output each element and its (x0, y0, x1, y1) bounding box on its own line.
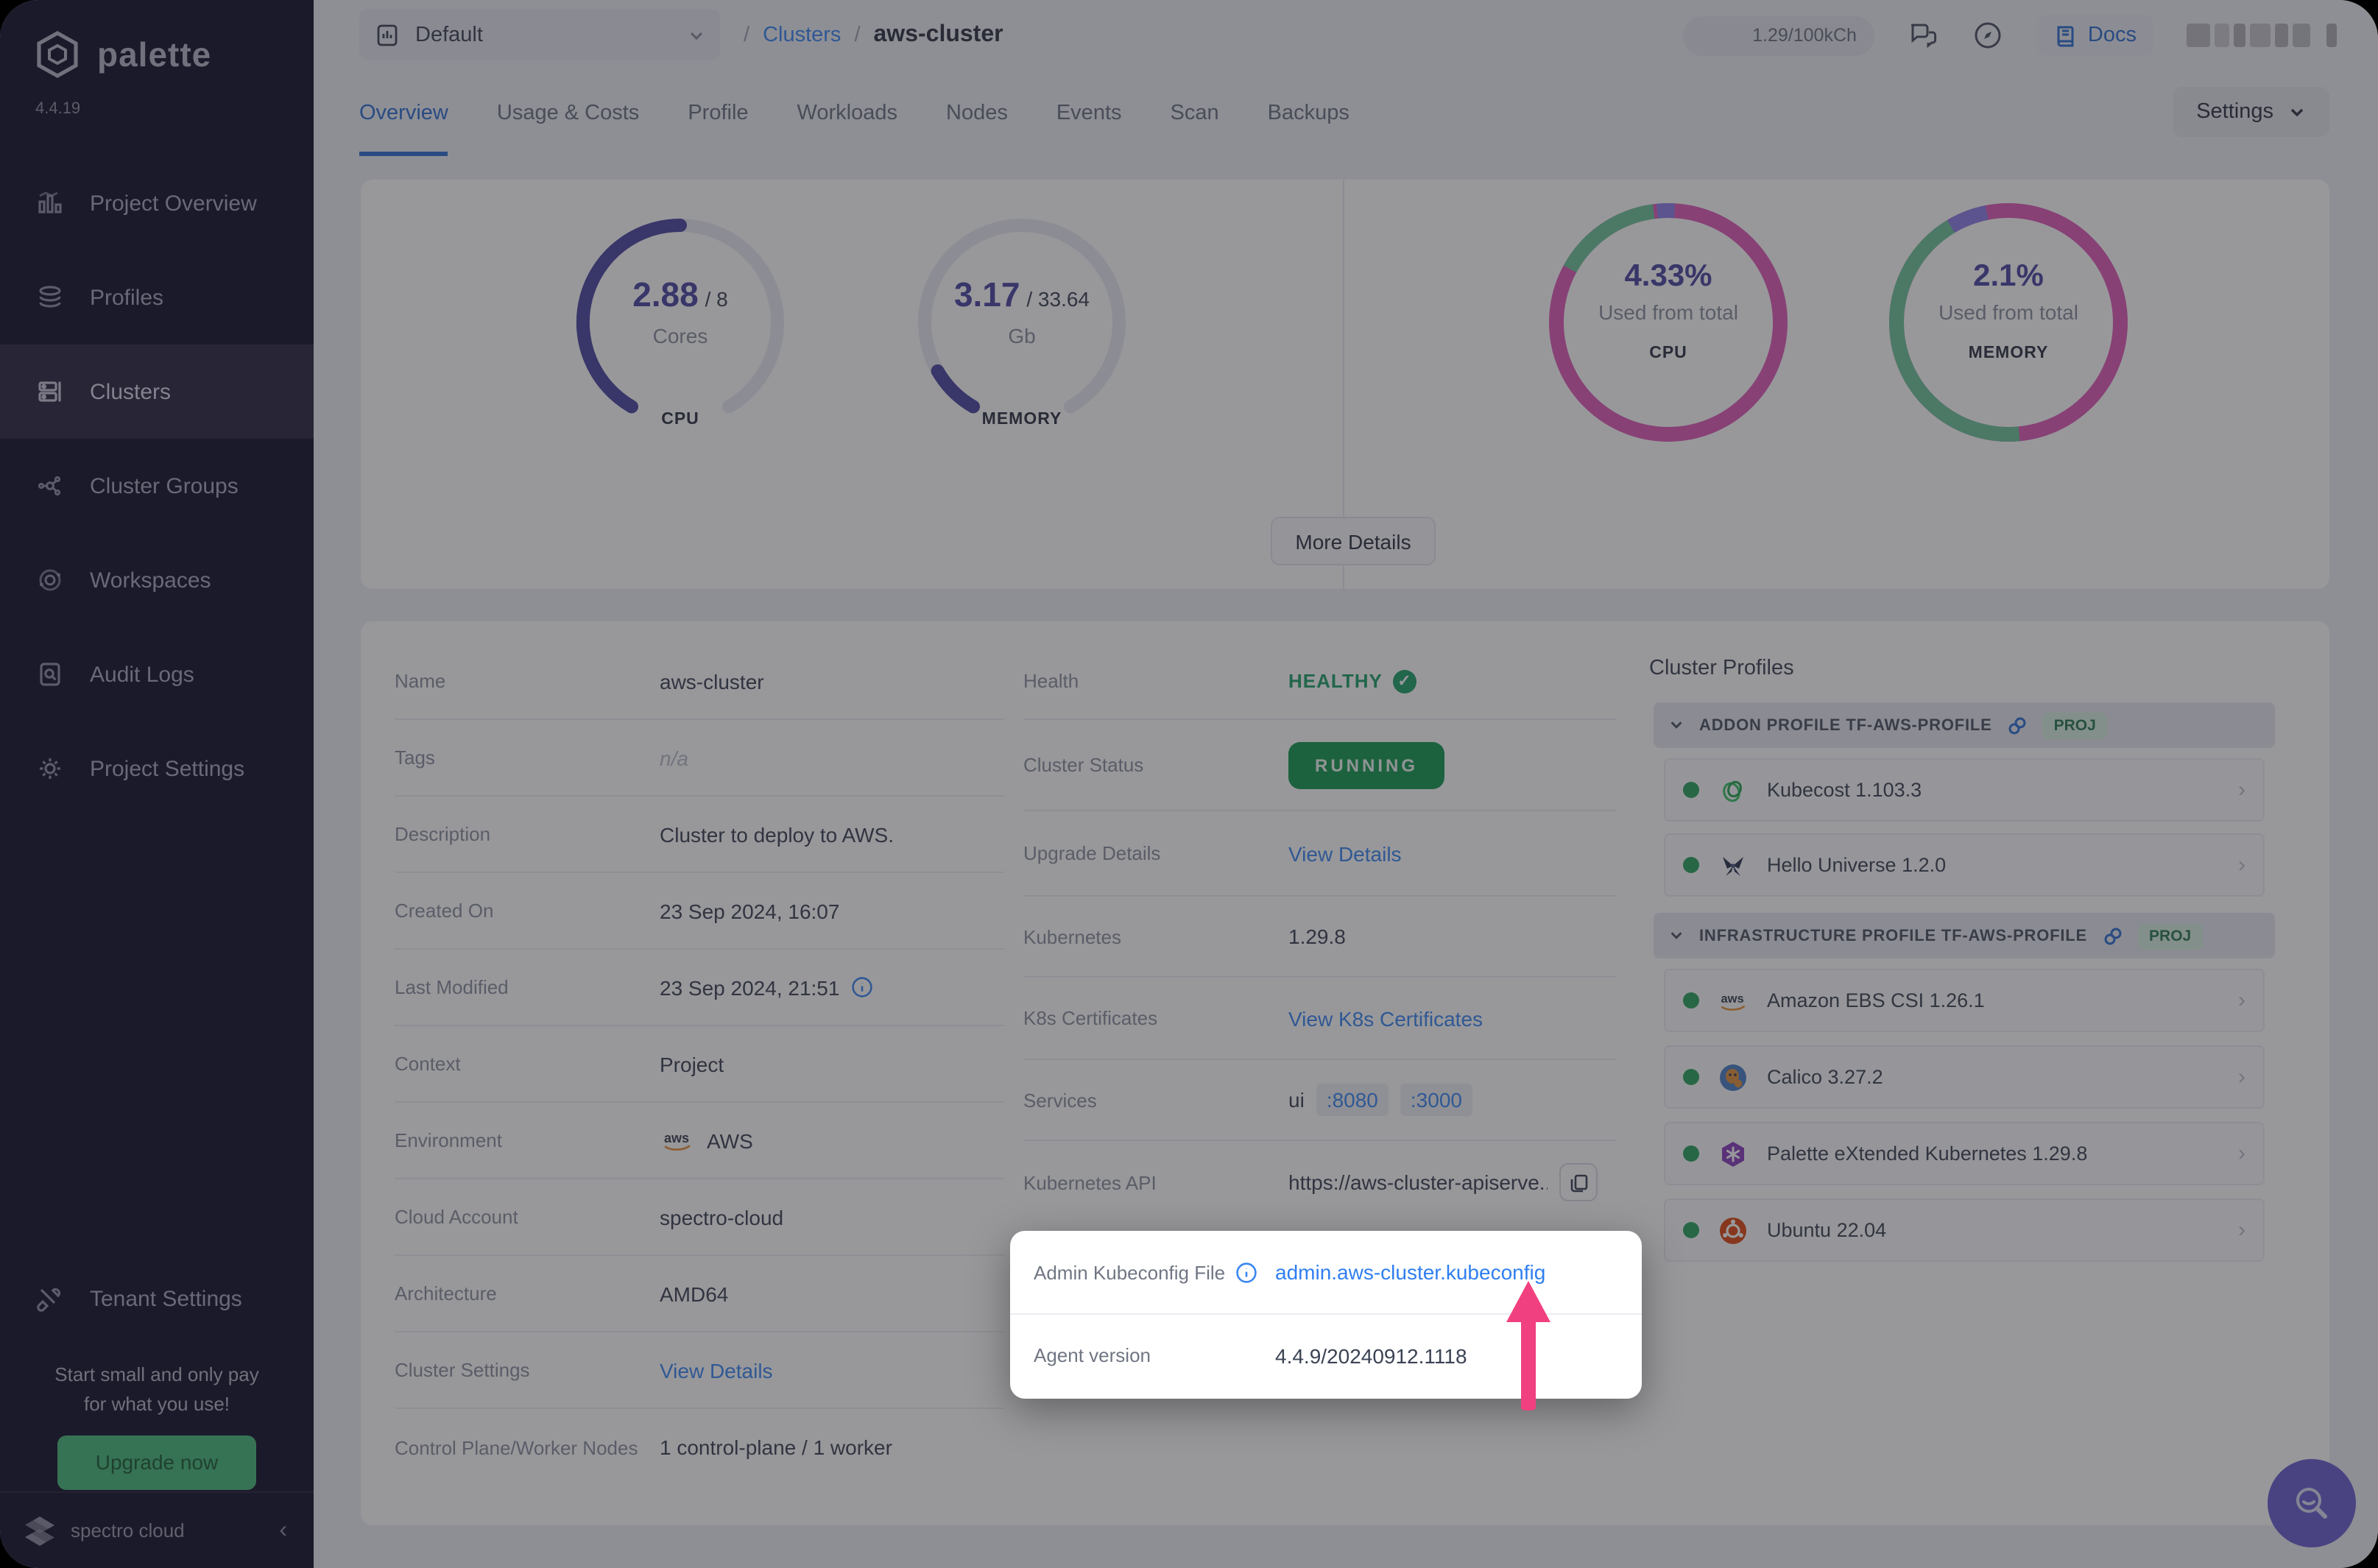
screen: palette 4.4.19 Project Overview Profiles (0, 0, 2378, 1568)
detail-label: Admin Kubeconfig File (1034, 1261, 1226, 1283)
detail-label: Agent version (1034, 1344, 1151, 1366)
palette-app-window: palette 4.4.19 Project Overview Profiles (0, 0, 2378, 1568)
tour-arrow-icon (1506, 1281, 1550, 1410)
info-icon[interactable] (1235, 1261, 1257, 1283)
agent-version-value: 4.4.9/20240912.1118 (1275, 1343, 1467, 1367)
